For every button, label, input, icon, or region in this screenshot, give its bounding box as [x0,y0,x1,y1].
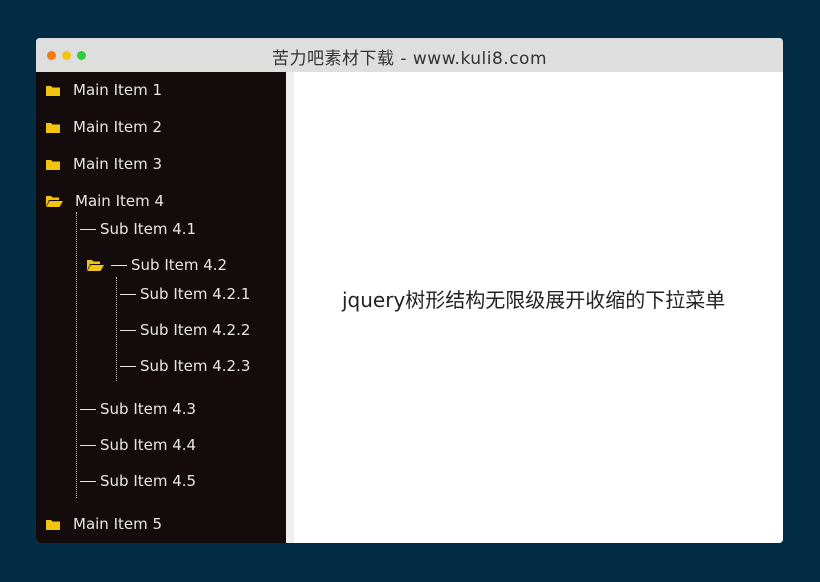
branch-connector [120,293,136,295]
app-window: 苦力吧素材下载 - www.kuli8.com Main Item 1 Main… [36,38,783,543]
branch-connector [120,365,136,367]
tree-item-main-5[interactable]: Main Item 5 [46,515,162,533]
branch-connector [111,264,127,266]
tree-item-label: Sub Item 4.1 [100,220,197,238]
tree-item-label: Main Item 5 [73,515,163,533]
folder-closed-icon [46,519,60,530]
tree-item-label: Main Item 4 [75,192,165,210]
tree-item-label: Sub Item 4.5 [100,472,197,490]
folder-open-icon [87,259,104,271]
content-pane: jquery树形结构无限级展开收缩的下拉菜单 [294,72,783,543]
branch-connector [80,444,96,446]
tree-item-sub-4-2-2[interactable]: Sub Item 4.2.2 [120,321,250,339]
folder-closed-icon [46,122,60,133]
tree-item-label: Main Item 1 [73,81,163,99]
tree-item-main-1[interactable]: Main Item 1 [46,81,162,99]
branch-connector [80,228,96,230]
tree-item-sub-4-5[interactable]: Sub Item 4.5 [80,472,196,490]
tree-item-sub-4-1[interactable]: Sub Item 4.1 [80,220,196,238]
sidebar-divider [286,72,294,543]
tree-item-label: Sub Item 4.3 [100,400,197,418]
folder-open-icon [46,195,63,207]
tree-guide-line [116,277,117,381]
tree-item-label: Sub Item 4.4 [100,436,197,454]
tree-item-sub-4-2[interactable]: Sub Item 4.2 [87,256,227,274]
tree-item-sub-4-4[interactable]: Sub Item 4.4 [80,436,196,454]
branch-connector [80,480,96,482]
title-bar: 苦力吧素材下载 - www.kuli8.com [36,38,783,72]
tree-item-label: Main Item 2 [73,118,163,136]
tree-item-label: Sub Item 4.2.3 [140,357,251,375]
tree-item-label: Sub Item 4.2 [131,256,228,274]
folder-closed-icon [46,85,60,96]
folder-closed-icon [46,159,60,170]
tree-item-label: Sub Item 4.2.2 [140,321,251,339]
tree-item-label: Main Item 3 [73,155,163,173]
tree-item-main-4[interactable]: Main Item 4 [46,192,164,210]
branch-connector [120,329,136,331]
tree-item-main-2[interactable]: Main Item 2 [46,118,162,136]
tree-item-main-3[interactable]: Main Item 3 [46,155,162,173]
tree-menu: Main Item 1 Main Item 2 Main Item 3 Main… [36,72,286,543]
window-title: 苦力吧素材下载 - www.kuli8.com [271,49,548,69]
tree-item-sub-4-3[interactable]: Sub Item 4.3 [80,400,196,418]
branch-connector [80,408,96,410]
tree-item-sub-4-2-1[interactable]: Sub Item 4.2.1 [120,285,250,303]
tree-item-label: Sub Item 4.2.1 [140,285,251,303]
tree-guide-line [76,212,77,498]
content-heading: jquery树形结构无限级展开收缩的下拉菜单 [342,288,726,312]
tree-item-sub-4-2-3[interactable]: Sub Item 4.2.3 [120,357,250,375]
